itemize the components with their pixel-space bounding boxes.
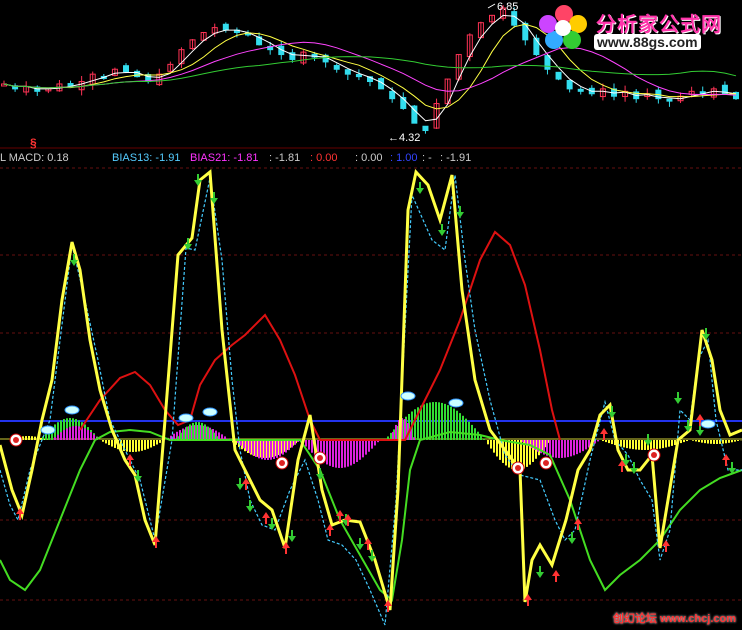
down-arrow-icon <box>288 536 296 542</box>
candle-body <box>333 65 340 70</box>
bias13-label: BIAS13: -1.91 <box>112 152 181 164</box>
bubble-marker-icon <box>64 405 80 415</box>
value-3-wrap: : 0.00 <box>355 152 383 164</box>
bias21-label-wrap: BIAS21: -1.81 <box>190 152 259 164</box>
low-price-label: ←4.32 <box>388 132 421 144</box>
bubble-marker-icon <box>178 413 194 423</box>
down-arrow-icon <box>674 398 682 404</box>
bubble-marker-icon <box>202 407 218 417</box>
indicator-header: L MACD: 0.18 <box>0 152 69 164</box>
logo-url: www.88gs.com <box>594 34 701 50</box>
bubble-marker-icon <box>448 398 464 408</box>
candle-body <box>389 90 396 100</box>
candle-body <box>511 11 518 26</box>
up-arrow-icon <box>126 454 134 460</box>
bubble-marker-icon <box>40 425 56 435</box>
bubble-marker-icon <box>400 391 416 401</box>
high-price-label: 6.85 <box>497 1 519 13</box>
value-5-wrap: : - <box>422 152 432 164</box>
up-arrow-icon <box>696 414 704 420</box>
signal-dot-icon <box>317 455 323 461</box>
candle-body <box>123 65 129 73</box>
value-2-wrap: : 0.00 <box>310 152 338 164</box>
red-line <box>79 230 561 441</box>
signal-dot-icon <box>515 465 521 471</box>
down-arrow-icon <box>416 188 424 194</box>
candle-body <box>666 98 673 102</box>
stock-chart: L MACD: 0.18 BIAS13: -1.91 BIAS21: -1.81… <box>0 0 742 630</box>
candle-body <box>344 69 351 75</box>
yellow-line <box>0 168 742 611</box>
site-logo: 分析家公式网 www.88gs.com <box>538 2 736 52</box>
signal-dot-icon <box>651 452 657 458</box>
up-arrow-icon <box>662 540 670 546</box>
value-4: : 1.00 <box>390 152 418 164</box>
value-1: : -1.81 <box>269 152 301 164</box>
signal-dot-icon <box>279 460 285 466</box>
down-arrow-icon <box>236 484 244 490</box>
candle-body <box>355 73 362 78</box>
value-6-wrap: : -1.91 <box>440 152 471 164</box>
value-5: : - <box>422 152 432 164</box>
signal-dot-icon <box>13 437 19 443</box>
up-arrow-icon <box>722 454 730 460</box>
down-arrow-icon <box>246 506 254 512</box>
candle-body <box>544 55 551 70</box>
up-arrow-icon <box>262 512 270 518</box>
up-arrow-icon <box>552 570 560 576</box>
high-pointer <box>487 3 496 9</box>
candle-body <box>222 23 229 31</box>
candle-body <box>555 71 562 80</box>
down-arrow-icon <box>438 230 446 236</box>
candle-body <box>422 125 429 132</box>
up-arrow-icon <box>574 518 582 524</box>
logo-title: 分析家公式网 <box>596 12 722 36</box>
value-4-wrap: : 1.00 <box>390 152 418 164</box>
down-arrow-icon <box>696 430 704 436</box>
bias13-label-wrap: BIAS13: -1.91 <box>112 152 181 164</box>
down-arrow-icon <box>568 538 576 544</box>
signal-dot-icon <box>543 460 549 466</box>
down-arrow-icon <box>456 212 464 218</box>
value-6: : -1.91 <box>440 152 472 164</box>
bottom-watermark: 创幻论坛 www.chcj.com <box>612 613 736 625</box>
macd-label: L MACD: 0.18 <box>0 152 69 164</box>
green-line <box>0 428 742 602</box>
chart-canvas <box>0 3 742 626</box>
value-1-wrap: : -1.81 <box>269 152 300 164</box>
candle-body <box>566 80 573 90</box>
value-3: : 0.00 <box>355 152 383 164</box>
bias21-label: BIAS21: -1.81 <box>190 152 259 164</box>
bubble-marker-icon <box>700 419 716 429</box>
value-2: : 0.00 <box>310 152 338 164</box>
up-arrow-icon <box>600 428 608 434</box>
candle-body <box>577 88 584 92</box>
s-marker: § <box>30 136 37 150</box>
flower-logo-icon <box>539 5 587 49</box>
down-arrow-icon <box>536 572 544 578</box>
